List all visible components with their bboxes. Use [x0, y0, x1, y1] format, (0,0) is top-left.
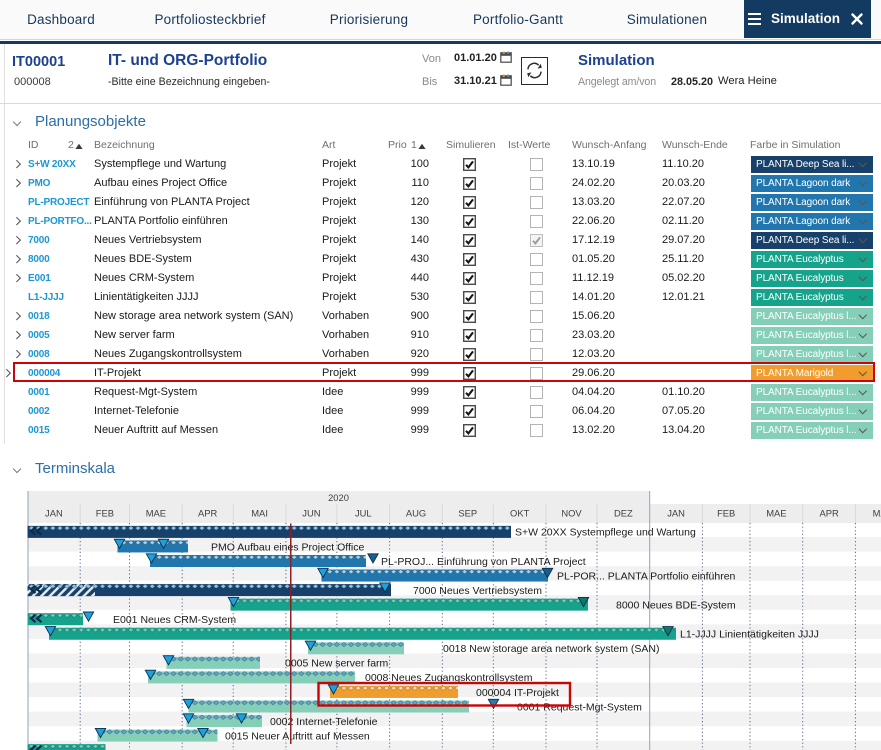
svg-text:FEB: FEB	[717, 508, 735, 519]
svg-text:JAN: JAN	[45, 508, 63, 519]
svg-text:0002 Internet-Telefonie: 0002 Internet-Telefonie	[270, 716, 378, 728]
svg-text:JAN: JAN	[667, 508, 685, 519]
svg-text:8000 Neues BDE-System: 8000 Neues BDE-System	[616, 599, 736, 611]
svg-text:MAI: MAI	[873, 508, 881, 519]
svg-text:PMO Aufbau eines Project Offic: PMO Aufbau eines Project Office	[211, 541, 364, 553]
svg-text:PL-PROJ... Einführung von PLAN: PL-PROJ... Einführung von PLANTA Project	[381, 556, 586, 568]
svg-text:AUG: AUG	[406, 508, 426, 519]
svg-text:0015 Neuer Auftritt auf Messen: 0015 Neuer Auftritt auf Messen	[225, 730, 370, 742]
svg-text:JUL: JUL	[355, 508, 372, 519]
svg-text:DEZ: DEZ	[614, 508, 633, 519]
svg-text:2020: 2020	[328, 492, 349, 503]
svg-text:NOV: NOV	[561, 508, 582, 519]
svg-text:0001 Request-Mgt-System: 0001 Request-Mgt-System	[517, 701, 642, 713]
svg-text:L1-JJJJ Linientätigkeiten JJJJ: L1-JJJJ Linientätigkeiten JJJJ	[680, 629, 819, 641]
svg-text:JUN: JUN	[302, 508, 320, 519]
svg-text:MAE: MAE	[766, 508, 786, 519]
svg-text:E001 Neues CRM-System: E001 Neues CRM-System	[113, 614, 236, 626]
svg-text:APR: APR	[198, 508, 218, 519]
svg-text:FEB: FEB	[96, 508, 114, 519]
svg-text:PL-POR... PLANTA Portfolio ein: PL-POR... PLANTA Portfolio einführen	[557, 570, 736, 582]
svg-text:SEP: SEP	[458, 508, 477, 519]
svg-text:0005 New server farm: 0005 New server farm	[285, 658, 389, 670]
svg-text:APR: APR	[819, 508, 839, 519]
svg-text:MAE: MAE	[146, 508, 166, 519]
svg-text:S+W 20XX Systempflege und Wart: S+W 20XX Systempflege und Wartung	[515, 527, 696, 539]
svg-text:7000 Neues Vertriebsystem: 7000 Neues Vertriebsystem	[413, 585, 542, 597]
svg-text:MAI: MAI	[251, 508, 268, 519]
svg-text:OKT: OKT	[510, 508, 530, 519]
svg-text:000004 IT-Projekt: 000004 IT-Projekt	[476, 687, 559, 699]
svg-text:0018 New storage area network: 0018 New storage area network system (SA…	[443, 643, 660, 655]
